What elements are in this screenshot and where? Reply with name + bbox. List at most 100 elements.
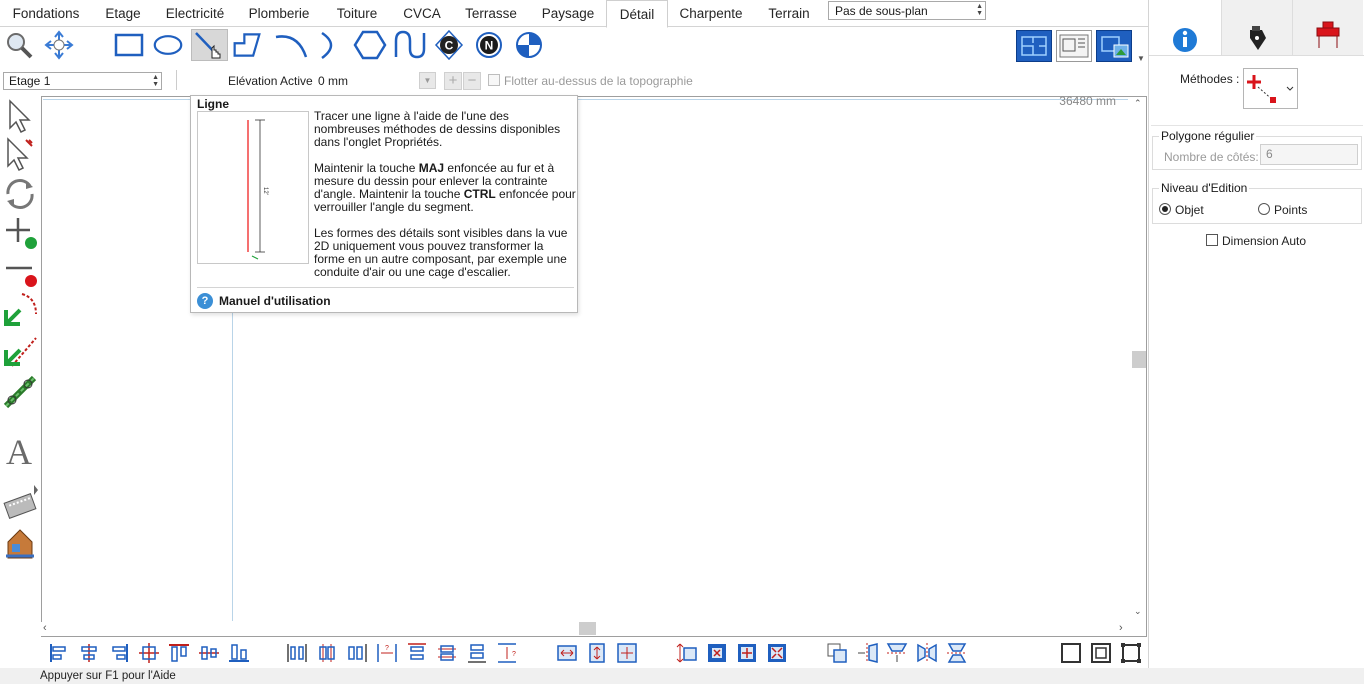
select-arrow-icon[interactable] [2, 98, 38, 134]
frame-nested-icon[interactable] [1090, 642, 1112, 664]
edit-level-title: Niveau d'Edition [1159, 181, 1250, 195]
resize-both-icon[interactable] [616, 642, 638, 664]
horizontal-scroll-thumb[interactable] [579, 622, 596, 635]
distribute-right-icon[interactable] [346, 642, 368, 664]
text-tool-icon[interactable]: A [2, 432, 38, 472]
radio-points-label: Points [1274, 203, 1308, 217]
svg-text:N: N [485, 39, 494, 53]
elevation-label: Elévation Active: [228, 74, 317, 88]
shrink-box-icon[interactable] [766, 642, 788, 664]
tab-electricite[interactable]: Electricité [158, 0, 232, 26]
topo-checkbox[interactable] [488, 74, 500, 86]
polyline-tool-icon[interactable] [232, 29, 262, 61]
target-marker-icon[interactable] [514, 29, 544, 61]
distribute-bottom-icon[interactable] [466, 642, 488, 664]
tab-cvca[interactable]: CVCA [396, 0, 448, 26]
copyright-symbol-icon[interactable]: C [434, 29, 464, 61]
align-top-icon[interactable] [168, 642, 190, 664]
film-camera-icon[interactable] [2, 488, 38, 524]
distribute-middle-icon[interactable] [436, 642, 458, 664]
align-right-icon[interactable] [108, 642, 130, 664]
space-horizontal-icon[interactable]: ? [376, 642, 398, 664]
space-vertical-icon[interactable]: ? [496, 642, 518, 664]
vertical-scroll-thumb[interactable] [1132, 351, 1146, 368]
mirror-horizontal-icon[interactable] [916, 642, 938, 664]
ellipse-tool-icon[interactable] [153, 29, 183, 61]
align-middle-icon[interactable] [198, 642, 220, 664]
stretch-vertical-icon[interactable] [676, 642, 698, 664]
scroll-right-icon[interactable]: › [1119, 622, 1123, 634]
break-line-icon[interactable] [2, 292, 38, 328]
select-edit-arrow-icon[interactable] [2, 136, 38, 172]
tab-terrasse[interactable]: Terrasse [456, 0, 526, 26]
3d-view-icon[interactable] [1096, 30, 1132, 62]
line-tool-icon[interactable] [191, 29, 228, 61]
horizontal-scrollbar[interactable]: ‹ › [41, 622, 1127, 636]
tab-style[interactable] [1221, 0, 1292, 55]
tab-toiture[interactable]: Toiture [326, 0, 388, 26]
tab-paysage[interactable]: Paysage [534, 0, 602, 26]
mirror-vertical-icon[interactable] [946, 642, 968, 664]
tab-etage[interactable]: Etage [96, 0, 150, 26]
distribute-vertical-icon[interactable] [406, 642, 428, 664]
tab-components[interactable] [1292, 0, 1363, 55]
tab-info[interactable] [1149, 0, 1219, 56]
half-circle-tool-icon[interactable] [314, 29, 344, 61]
spline-tool-icon[interactable] [393, 29, 427, 61]
mirror-top-icon[interactable] [886, 642, 908, 664]
align-center-icon[interactable] [78, 642, 100, 664]
scroll-up-icon[interactable]: ⌃ [1134, 98, 1142, 109]
svg-text:C: C [445, 39, 454, 53]
align-left-icon[interactable] [48, 642, 70, 664]
vertical-scrollbar[interactable]: ⌃ ⌄ [1131, 96, 1147, 621]
radio-object[interactable] [1159, 203, 1171, 215]
sides-input[interactable]: 6 [1260, 144, 1358, 165]
subplan-dropdown[interactable]: Pas de sous-plan ▲ ▼ [828, 1, 986, 20]
frame-corners-icon[interactable] [1120, 642, 1142, 664]
user-manual-link[interactable]: ? Manuel d'utilisation [197, 293, 331, 309]
floor-plan-view-icon[interactable] [1016, 30, 1052, 62]
tab-charpente[interactable]: Charpente [672, 0, 750, 26]
resize-height-icon[interactable] [586, 642, 608, 664]
scroll-down-icon[interactable]: ⌄ [1134, 606, 1142, 617]
tab-detail[interactable]: Détail [606, 0, 668, 28]
chain-icon[interactable] [2, 374, 38, 410]
tab-plomberie[interactable]: Plomberie [240, 0, 318, 26]
copy-paste-icon[interactable] [826, 642, 848, 664]
mirror-left-icon[interactable] [856, 642, 878, 664]
spinner-arrows-icon: ▲ ▼ [976, 3, 983, 17]
zoom-tool-icon[interactable] [4, 29, 34, 61]
scroll-left-icon[interactable]: ‹ [43, 622, 47, 634]
elevation-dropdown-icon[interactable]: ▼ [419, 72, 436, 89]
plus-icon[interactable]: + [444, 72, 462, 90]
polygon-tool-icon[interactable] [353, 29, 387, 61]
resize-width-icon[interactable] [556, 642, 578, 664]
align-centers-icon[interactable] [138, 642, 160, 664]
expand-box-icon[interactable] [736, 642, 758, 664]
methods-dropdown[interactable] [1243, 68, 1298, 109]
join-line-icon[interactable] [2, 332, 38, 368]
distribute-horizontal-icon[interactable] [286, 642, 308, 664]
distribute-center-icon[interactable] [316, 642, 338, 664]
delete-point-icon[interactable] [2, 252, 38, 288]
tab-terrain[interactable]: Terrain [758, 0, 820, 26]
add-point-icon[interactable] [2, 214, 38, 250]
expand-arrow-icon[interactable] [2, 472, 38, 495]
radio-points[interactable] [1258, 203, 1270, 215]
floor-dropdown[interactable]: Etage 1 ▲ ▼ [3, 72, 162, 90]
layout-view-icon[interactable] [1056, 30, 1092, 62]
arc-tool-icon[interactable] [273, 29, 309, 61]
frame-square-icon[interactable] [1060, 642, 1082, 664]
minus-icon[interactable]: − [463, 72, 481, 90]
fit-box-icon[interactable] [706, 642, 728, 664]
auto-dimension-checkbox[interactable] [1206, 234, 1218, 246]
align-bottom-icon[interactable] [228, 642, 250, 664]
overflow-chevron-icon[interactable]: ▼ [1137, 54, 1145, 63]
tab-fondations[interactable]: Fondations [4, 0, 88, 26]
rotate-icon[interactable] [2, 176, 38, 212]
house-view-icon[interactable] [2, 526, 38, 562]
elevation-field[interactable]: 0 mm ▼ [313, 71, 438, 90]
north-arrow-icon[interactable]: N [474, 29, 504, 61]
pan-hand-icon[interactable] [44, 29, 74, 61]
rectangle-tool-icon[interactable] [114, 29, 144, 61]
